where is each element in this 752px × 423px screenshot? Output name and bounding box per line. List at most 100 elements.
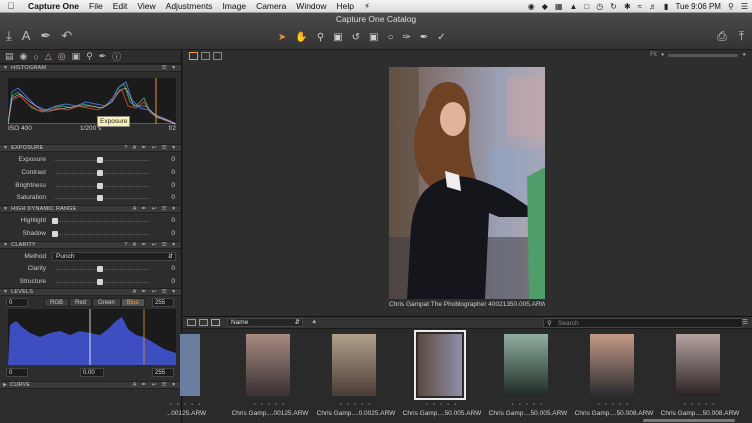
- zoom-icon[interactable]: ⚲: [317, 32, 324, 43]
- battery-icon[interactable]: ▮: [664, 2, 668, 11]
- crop-icon[interactable]: ▣: [333, 32, 342, 43]
- rating-stars[interactable]: • • • • •: [501, 402, 555, 408]
- zoom-slider[interactable]: [668, 53, 739, 57]
- zoom-fit-label[interactable]: Fit: [650, 52, 657, 58]
- rating-stars[interactable]: • • • • •: [159, 402, 213, 408]
- section-tools[interactable]: A ✒ ↩ ☰ ▾: [133, 289, 177, 295]
- clarity-header[interactable]: ▼ CLARITY ? A ✒ ↩ ☰ ▾: [0, 240, 181, 249]
- thumbnail[interactable]: • • • • • Chris Gamp....00125.ARW: [227, 332, 313, 423]
- saturation-slider-knob[interactable]: [97, 195, 103, 202]
- rotate-icon[interactable]: ↺: [352, 32, 360, 43]
- hdr-header[interactable]: ▼ HIGH DYNAMIC RANGE A ✒ ↩ ☰ ▾: [0, 205, 181, 214]
- rating-stars[interactable]: • • • • •: [243, 402, 297, 408]
- library-tab-icon[interactable]: ▤: [5, 51, 14, 62]
- grid-view-icon[interactable]: [213, 52, 222, 60]
- apple-menu-icon[interactable]: : [0, 1, 22, 11]
- menu-image[interactable]: Image: [217, 1, 251, 11]
- rating-stars[interactable]: • • • • •: [587, 402, 641, 408]
- levels-channel-green[interactable]: Green: [92, 298, 121, 308]
- display-icon[interactable]: □: [584, 2, 589, 11]
- section-tools[interactable]: ☰ ▾: [162, 65, 177, 71]
- status-icon[interactable]: ◉: [528, 2, 535, 11]
- picker-icon[interactable]: ✑: [403, 32, 411, 43]
- brush-icon[interactable]: ✒: [40, 28, 51, 44]
- lens-tab-icon[interactable]: ◎: [58, 51, 66, 62]
- histogram-header[interactable]: ▼ HISTOGRAM ☰ ▾: [0, 64, 181, 72]
- spotlight-icon[interactable]: ⚲: [728, 2, 734, 11]
- levels-channel-red[interactable]: Red: [69, 298, 93, 308]
- adobe-icon[interactable]: ▲: [570, 2, 578, 11]
- highlight-slider[interactable]: [54, 221, 149, 223]
- export-icon[interactable]: ⤒: [739, 29, 744, 44]
- thumbnail[interactable]: • • • • • Chris Gamp....50.005.ARW: [485, 332, 571, 423]
- pan-icon[interactable]: ✋: [295, 32, 307, 43]
- volume-icon[interactable]: ♬: [649, 2, 657, 11]
- levels-output-low[interactable]: 0: [6, 368, 28, 378]
- structure-slider-knob[interactable]: [97, 278, 103, 285]
- thumbnail[interactable]: • • • • • Chris Gamp....50.008.ARW: [571, 332, 657, 423]
- levels-channel-rgb[interactable]: RGB: [44, 298, 70, 308]
- levels-midpoint[interactable]: 0.00: [80, 368, 104, 378]
- section-tools[interactable]: ? A ✒ ↩ ☰ ▾: [124, 145, 177, 151]
- rating-stars[interactable]: • • • • •: [415, 402, 469, 408]
- exposure-tab-icon[interactable]: △: [45, 51, 52, 62]
- menu-camera[interactable]: Camera: [251, 1, 291, 11]
- grid-mode-icon[interactable]: [187, 319, 196, 326]
- clarity-slider-knob[interactable]: [97, 265, 103, 272]
- main-photo[interactable]: [389, 67, 545, 299]
- notification-center-icon[interactable]: ☰: [741, 2, 748, 11]
- undo-icon[interactable]: ↶: [61, 28, 72, 44]
- section-tools[interactable]: A ✒ ↩ ☰ ▾: [133, 206, 177, 212]
- thumbnail-selected[interactable]: • • • • • Chris Gamp....50.005.ARW: [399, 330, 485, 423]
- filmstrip-mode-icon[interactable]: [211, 319, 220, 326]
- sort-select[interactable]: Name ⇵: [227, 318, 303, 327]
- import-icon[interactable]: ⤓: [6, 28, 12, 44]
- menu-file[interactable]: File: [84, 1, 108, 11]
- menu-edit[interactable]: Edit: [108, 1, 133, 11]
- capture-tab-icon[interactable]: ◉: [20, 51, 28, 62]
- clock[interactable]: Tue 9:06 PM: [675, 2, 721, 11]
- time-machine-icon[interactable]: ◷: [596, 2, 603, 11]
- app-menu[interactable]: Capture One: [22, 1, 84, 11]
- exposure-slider-knob[interactable]: [97, 157, 103, 163]
- browser-scrollbar[interactable]: [643, 419, 735, 422]
- list-mode-icon[interactable]: [199, 319, 208, 326]
- menu-view[interactable]: View: [132, 1, 160, 11]
- highlight-slider-knob[interactable]: [52, 218, 58, 225]
- section-tools[interactable]: ? A ✒ ↩ ☰ ▾: [124, 242, 177, 248]
- menu-window[interactable]: Window: [291, 1, 331, 11]
- browser-menu-icon[interactable]: ☰: [742, 318, 748, 326]
- dropbox-icon[interactable]: ▦: [555, 2, 563, 11]
- draw-mask-icon[interactable]: ✒: [420, 32, 428, 43]
- local-adjustments-tab-icon[interactable]: ✒: [99, 51, 107, 62]
- thumbnail[interactable]: • • • • • Chris Gamp....0.0025.ARW: [313, 332, 399, 423]
- evernote-icon[interactable]: ◆: [542, 2, 548, 11]
- thumbnail[interactable]: • • • • • Chris Gamp....50.008.ARW: [657, 332, 743, 423]
- menu-adjustments[interactable]: Adjustments: [161, 1, 218, 11]
- text-tool-icon[interactable]: A: [22, 28, 31, 44]
- spot-removal-icon[interactable]: ○: [387, 32, 393, 43]
- clarity-method-select[interactable]: Punch ⇵: [52, 251, 176, 261]
- details-tab-icon[interactable]: ⚲: [86, 51, 93, 62]
- shadow-slider[interactable]: [54, 233, 149, 235]
- shadow-slider-knob[interactable]: [52, 230, 58, 237]
- contrast-slider-knob[interactable]: [97, 169, 103, 176]
- rating-stars[interactable]: • • • • •: [329, 402, 383, 408]
- menu-help[interactable]: Help: [332, 1, 359, 11]
- metadata-tab-icon[interactable]: ⓘ: [112, 50, 121, 63]
- sync-icon[interactable]: ↻: [610, 2, 617, 11]
- brightness-slider-knob[interactable]: [97, 182, 103, 189]
- levels-input-low[interactable]: 0: [6, 298, 28, 308]
- levels-header[interactable]: ▼ LEVELS A ✒ ↩ ☰ ▾: [0, 288, 181, 297]
- thumbnail[interactable]: • • • • • ...00125.ARW: [143, 332, 229, 423]
- multi-view-icon[interactable]: [189, 52, 198, 60]
- bluetooth-icon[interactable]: ✱: [624, 2, 631, 11]
- print-icon[interactable]: ⎙: [717, 29, 727, 44]
- erase-mask-icon[interactable]: ✓: [437, 32, 445, 43]
- color-tab-icon[interactable]: ○: [33, 52, 38, 62]
- sort-direction-icon[interactable]: ▲: [311, 318, 317, 325]
- single-view-icon[interactable]: [201, 52, 210, 60]
- select-cursor-icon[interactable]: ➤: [278, 32, 286, 43]
- levels-input-high[interactable]: 255: [152, 298, 174, 308]
- script-icon[interactable]: ⚡: [359, 1, 375, 12]
